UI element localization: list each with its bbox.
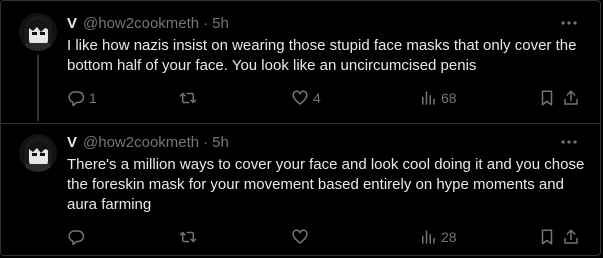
- author-handle[interactable]: @how2cookmeth: [83, 15, 199, 32]
- bookmark-icon: [541, 229, 553, 245]
- author-name[interactable]: V: [67, 15, 77, 32]
- retweet-button[interactable]: [179, 227, 201, 247]
- avatar[interactable]: [19, 134, 57, 172]
- views-count: 28: [441, 229, 457, 245]
- more-icon: [561, 21, 577, 25]
- tweet-actions: 28: [67, 227, 580, 247]
- share-icon: [564, 90, 578, 105]
- reply-icon: [68, 230, 85, 246]
- retweet-icon: [179, 92, 197, 104]
- views-icon: [422, 91, 435, 105]
- reply-button[interactable]: 1: [67, 88, 97, 108]
- reply-icon: [68, 91, 85, 107]
- more-button[interactable]: [558, 132, 580, 152]
- bookmark-button[interactable]: [538, 227, 556, 247]
- views-icon: [422, 230, 435, 244]
- reply-button[interactable]: [67, 227, 89, 247]
- avatar[interactable]: [19, 13, 57, 51]
- tweet-header: V @how2cookmeth · 5h: [67, 13, 229, 33]
- thread-container: V @how2cookmeth · 5h I like how nazis in…: [0, 0, 601, 256]
- tweet-actions: 1 4 68: [67, 88, 580, 108]
- views-count: 68: [441, 90, 457, 106]
- tweet-text: I like how nazis insist on wearing those…: [67, 37, 577, 74]
- tweet[interactable]: V @how2cookmeth · 5h I like how nazis in…: [1, 1, 600, 123]
- avatar-image: [19, 134, 57, 172]
- views-button[interactable]: 68: [419, 88, 457, 108]
- thread-line: [37, 55, 39, 121]
- share-icon: [564, 229, 578, 244]
- tweet-text: There's a million ways to cover your fac…: [67, 156, 585, 213]
- like-button[interactable]: 4: [291, 88, 321, 108]
- like-icon: [292, 229, 308, 244]
- separator: ·: [203, 14, 209, 32]
- like-count: 4: [313, 90, 321, 106]
- more-icon: [561, 140, 577, 144]
- author-handle[interactable]: @how2cookmeth: [83, 134, 199, 151]
- retweet-button[interactable]: [179, 88, 201, 108]
- tweet[interactable]: V @how2cookmeth · 5h There's a million w…: [1, 123, 600, 255]
- bookmark-button[interactable]: [538, 88, 556, 108]
- bookmark-icon: [541, 90, 553, 106]
- separator: ·: [203, 133, 209, 151]
- retweet-icon: [179, 231, 197, 243]
- tweet-header: V @how2cookmeth · 5h: [67, 132, 229, 152]
- avatar-image: [19, 13, 57, 51]
- author-name[interactable]: V: [67, 134, 77, 151]
- more-button[interactable]: [558, 13, 580, 33]
- timestamp[interactable]: 5h: [212, 134, 229, 151]
- like-icon: [292, 90, 308, 105]
- share-button[interactable]: [562, 88, 580, 108]
- views-button[interactable]: 28: [419, 227, 457, 247]
- share-button[interactable]: [562, 227, 580, 247]
- timestamp[interactable]: 5h: [212, 15, 229, 32]
- like-button[interactable]: [291, 227, 313, 247]
- reply-count: 1: [89, 90, 97, 106]
